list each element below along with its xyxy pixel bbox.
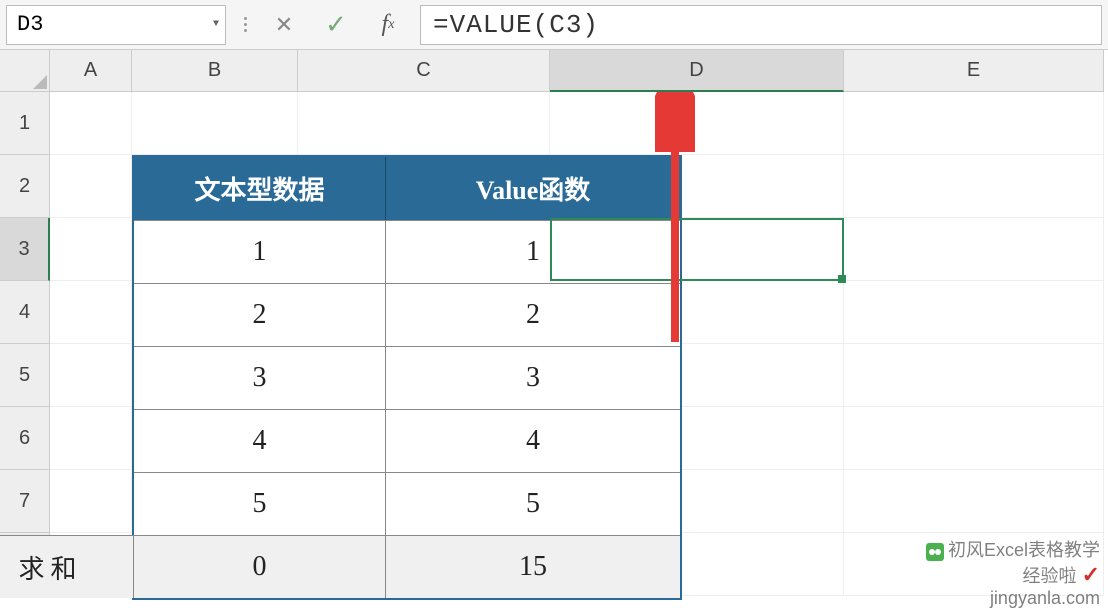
formula-bar: D3 ▼ ✕ ✓ fx =VALUE(C3) — [0, 0, 1108, 50]
spreadsheet-grid[interactable]: A B C D E 1 2 3 4 5 6 7 8 文本型数 — [0, 50, 1108, 596]
sum-label[interactable]: 求和 — [0, 535, 134, 598]
row-header-5[interactable]: 5 — [0, 344, 50, 407]
cell-e4[interactable] — [844, 281, 1104, 344]
cancel-icon[interactable]: ✕ — [264, 5, 304, 45]
cell-a6[interactable] — [50, 407, 132, 470]
fx-icon[interactable]: fx — [368, 5, 408, 45]
formula-input[interactable]: =VALUE(C3) — [420, 5, 1102, 45]
cell-value[interactable]: 1 — [134, 220, 386, 283]
cell-a3[interactable] — [50, 218, 132, 281]
cell-value[interactable]: 3 — [134, 346, 386, 409]
row-header-4[interactable]: 4 — [0, 281, 50, 344]
separator-dots — [238, 17, 252, 32]
cell-a5[interactable] — [50, 344, 132, 407]
cell-value[interactable]: 3 — [386, 346, 680, 409]
confirm-icon[interactable]: ✓ — [316, 5, 356, 45]
row-header-7[interactable]: 7 — [0, 470, 50, 533]
cell-value[interactable]: 5 — [386, 472, 680, 535]
cell-e1[interactable] — [844, 92, 1104, 155]
watermark-line1: 初风Excel表格教学 — [948, 540, 1100, 560]
cell-a4[interactable] — [50, 281, 132, 344]
check-icon: ✓ — [1082, 562, 1100, 587]
cell-e6[interactable] — [844, 407, 1104, 470]
col-header-d[interactable]: D — [550, 50, 844, 92]
cell-e2[interactable] — [844, 155, 1104, 218]
cell-c1[interactable] — [298, 92, 550, 155]
dropdown-icon[interactable]: ▼ — [213, 19, 219, 30]
row-header-3[interactable]: 3 — [0, 218, 50, 281]
watermark: 初风Excel表格教学 经验啦 ✓ jingyanla.com — [926, 540, 1100, 610]
cell-value[interactable]: 5 — [134, 472, 386, 535]
cell-value[interactable]: 2 — [134, 283, 386, 346]
cell-value[interactable]: 4 — [386, 409, 680, 472]
row-header-6[interactable]: 6 — [0, 407, 50, 470]
select-all-corner[interactable] — [0, 50, 50, 92]
table-header-text-data: 文本型数据 — [134, 157, 386, 220]
col-header-a[interactable]: A — [50, 50, 132, 92]
col-header-c[interactable]: C — [298, 50, 550, 92]
sum-value-c[interactable]: 0 — [134, 535, 386, 598]
cell-value[interactable]: 1 — [386, 220, 680, 283]
table-header-value-fn: Value函数 — [386, 157, 680, 220]
formula-text: =VALUE(C3) — [433, 10, 599, 40]
cell-b1[interactable] — [132, 92, 298, 155]
cell-a7[interactable] — [50, 470, 132, 533]
row-header-2[interactable]: 2 — [0, 155, 50, 218]
cell-value[interactable]: 2 — [386, 283, 680, 346]
cell-a1[interactable] — [50, 92, 132, 155]
col-header-b[interactable]: B — [132, 50, 298, 92]
data-table: 文本型数据 Value函数 1 1 2 2 3 3 4 4 5 5 求和 0 1… — [132, 155, 682, 600]
row-header-1[interactable]: 1 — [0, 92, 50, 155]
col-header-e[interactable]: E — [844, 50, 1104, 92]
cell-a2[interactable] — [50, 155, 132, 218]
sum-value-d[interactable]: 15 — [386, 535, 680, 598]
watermark-site: jingyanla.com — [926, 588, 1100, 610]
cell-e3[interactable] — [844, 218, 1104, 281]
cell-e7[interactable] — [844, 470, 1104, 533]
wechat-icon — [926, 543, 944, 561]
cell-value[interactable]: 4 — [134, 409, 386, 472]
name-box-value: D3 — [17, 12, 43, 37]
watermark-line2: 经验啦 — [1023, 566, 1077, 586]
name-box[interactable]: D3 ▼ — [6, 5, 226, 45]
cell-d1[interactable] — [550, 92, 844, 155]
cell-e5[interactable] — [844, 344, 1104, 407]
